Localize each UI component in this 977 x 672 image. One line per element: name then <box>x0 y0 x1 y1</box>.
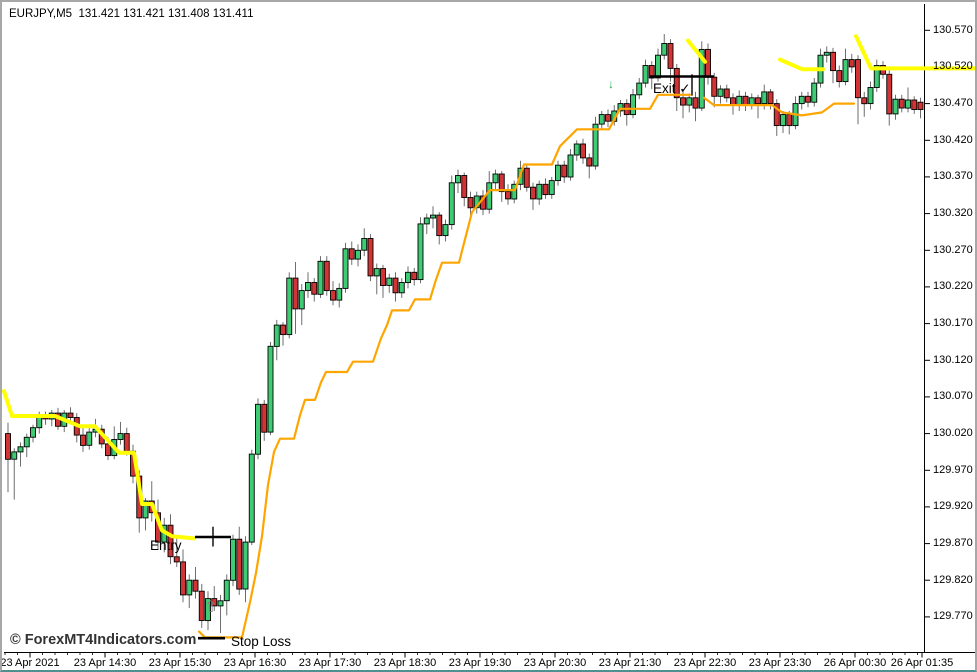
time-tick-label: 23 Apr 17:30 <box>299 657 361 669</box>
symbol-timeframe-label: EURJPY,M5 <box>9 8 72 20</box>
exit-label[interactable]: Exit ✓ <box>653 81 691 97</box>
price-tick-label: 130.420 <box>933 134 973 146</box>
time-tick-label: 23 Apr 22:30 <box>674 657 736 669</box>
stop-loss-label[interactable]: Stop Loss <box>231 634 291 649</box>
price-tick-label: 130.070 <box>933 390 973 402</box>
price-tick-label: 129.770 <box>933 610 973 622</box>
time-tick-label: 23 Apr 21:30 <box>599 657 661 669</box>
exit-signal-down-arrow[interactable]: ↓ <box>608 78 614 90</box>
price-tick-label: 130.120 <box>933 354 973 366</box>
time-tick-label: 23 Apr 14:30 <box>74 657 136 669</box>
price-tick-label: 130.320 <box>933 207 973 219</box>
entry-label[interactable]: Entry <box>150 538 182 553</box>
ohlc-values: 131.421 131.421 131.408 131.411 <box>78 8 253 20</box>
price-tick-label: 130.520 <box>933 60 973 72</box>
time-tick-label: 23 Apr 2021 <box>0 657 59 669</box>
price-tick-label: 130.470 <box>933 97 973 109</box>
mt4-chart-window: EURJPY,M5 131.421 131.421 131.408 131.41… <box>0 0 977 672</box>
price-tick-label: 130.270 <box>933 244 973 256</box>
chart-ohlc-title: EURJPY,M5 131.421 131.421 131.408 131.41… <box>9 8 253 20</box>
price-tick-label: 129.870 <box>933 537 973 549</box>
time-tick-label: 26 Apr 01:35 <box>891 657 953 669</box>
buy-signal-up-arrow[interactable]: ⇧ <box>204 600 217 616</box>
time-tick-label: 23 Apr 15:30 <box>149 657 211 669</box>
time-tick-label: 23 Apr 18:30 <box>374 657 436 669</box>
price-tick-label: 129.970 <box>933 464 973 476</box>
watermark-credit: © ForexMT4Indicators.com <box>10 632 196 648</box>
price-tick-label: 130.170 <box>933 317 973 329</box>
price-tick-label: 130.570 <box>933 24 973 36</box>
time-tick-label: 23 Apr 20:30 <box>524 657 586 669</box>
time-tick-label: 23 Apr 19:30 <box>449 657 511 669</box>
time-tick-label: 26 Apr 00:30 <box>824 657 886 669</box>
price-tick-label: 129.820 <box>933 574 973 586</box>
price-tick-label: 130.220 <box>933 280 973 292</box>
price-tick-label: 130.020 <box>933 427 973 439</box>
price-tick-label: 130.370 <box>933 170 973 182</box>
time-tick-label: 23 Apr 16:30 <box>224 657 286 669</box>
price-tick-label: 129.920 <box>933 500 973 512</box>
chart-canvas[interactable] <box>2 2 977 672</box>
time-tick-label: 23 Apr 23:30 <box>749 657 811 669</box>
